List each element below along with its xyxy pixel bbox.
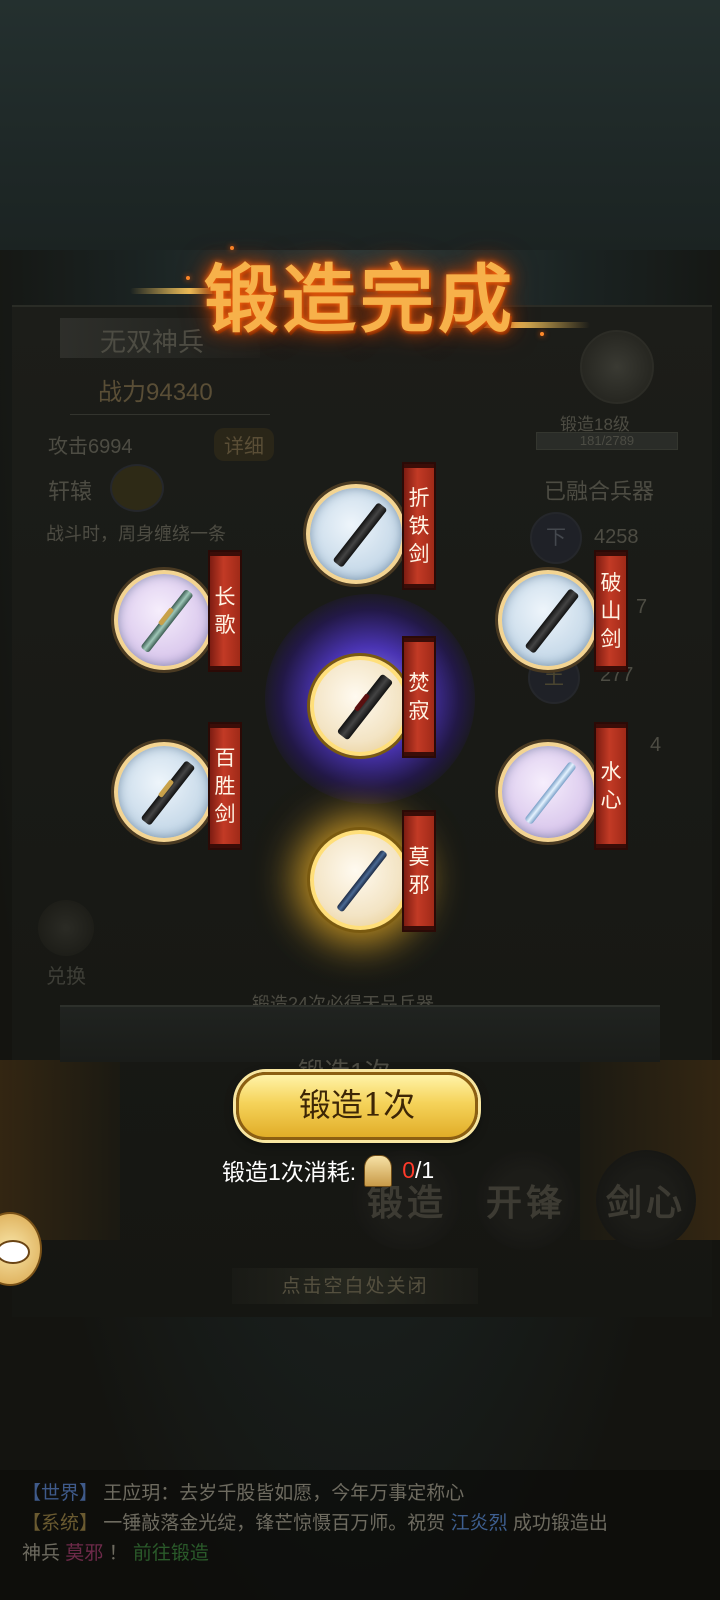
weapon-type: 轩辕 (48, 479, 93, 504)
avatar (580, 330, 654, 404)
stat-value: 4 (650, 734, 662, 756)
weapon-name-char: 折 (408, 486, 430, 510)
sword-icon (524, 761, 577, 825)
weapon-name-char: 胜 (214, 774, 236, 798)
stat-value: 7 (636, 596, 648, 618)
weapon-name-banner: 长 歌 (210, 552, 240, 670)
power-value: 战力94340 (98, 379, 213, 406)
weapon-icon (114, 742, 214, 842)
sword-icon (140, 588, 194, 654)
chat-line: 神兵 莫邪 ！ 前往锻造 (22, 1538, 209, 1565)
weapon-name-char: 剑 (600, 627, 622, 651)
weapon-icon (306, 484, 406, 584)
background-sky (0, 0, 720, 250)
weapon-icon (310, 656, 410, 756)
weapon-name-banner: 水 心 (596, 724, 626, 848)
sword-icon (336, 849, 388, 913)
tab-sword-heart[interactable]: 剑心 (596, 1150, 696, 1250)
chat-log[interactable]: 【世界】 王应玥：去岁千股皆如愿，今年万事定称心 【系统】 一锤敲落金光绽，锋芒… (0, 1470, 720, 1600)
weapon-name-char: 莫 (408, 845, 430, 869)
weapon-icon (498, 742, 598, 842)
weapon-icon (114, 570, 214, 670)
weapon-name-char: 山 (600, 599, 622, 623)
chat-message: 成功锻造出 (512, 1513, 608, 1534)
weapon-name-char: 长 (214, 585, 236, 609)
weapon-name-char: 百 (214, 746, 236, 770)
fused-weapons-label: 已融合兵器 (544, 479, 655, 504)
swap-icon[interactable] (110, 464, 164, 512)
sword-icon (140, 760, 196, 826)
forge-once-button[interactable]: 锻造1次 (236, 1072, 478, 1140)
skill-description: 战斗时，周身缠绕一条 (46, 524, 226, 544)
forge-progress-bar: 181/2789 (536, 432, 678, 450)
forge-complete-title: 锻造完成 (130, 236, 590, 346)
chat-message: 王应玥：去岁千股皆如愿，今年万事定称心 (103, 1483, 465, 1504)
chat-player-name[interactable]: 江炎烈 (451, 1513, 508, 1534)
forge-cost: 锻造1次消耗: 0 / 1 (222, 1150, 522, 1190)
weapon-name-char: 焚 (408, 671, 430, 695)
sword-icon (336, 673, 394, 741)
weapon-name-char: 剑 (214, 802, 236, 826)
cost-need: 1 (421, 1156, 435, 1183)
weapon-name-char: 寂 (408, 699, 430, 723)
weapon-icon (310, 830, 410, 930)
chat-link[interactable]: 前往锻造 (133, 1543, 209, 1564)
chat-message: ！ (108, 1543, 128, 1564)
divider (70, 414, 270, 415)
chat-channel-tag: 【系统】 (22, 1513, 99, 1534)
weapon-icon (498, 570, 598, 670)
sword-icon (524, 588, 580, 654)
cost-have: 0 (402, 1156, 415, 1183)
chat-message: 一锤敲落金光绽，锋芒惊慑百万师。祝贺 (103, 1513, 446, 1534)
forge-stone-icon (362, 1153, 393, 1187)
chat-line: 【系统】 一锤敲落金光绽，锋芒惊慑百万师。祝贺 江炎烈 成功锻造出 (22, 1508, 608, 1535)
chat-message: 神兵 (22, 1543, 61, 1564)
weapon-name-char: 剑 (408, 542, 430, 566)
weapon-name-banner: 百 胜 剑 (210, 724, 240, 848)
chat-item-name[interactable]: 莫邪 (65, 1543, 103, 1564)
sword-icon (332, 502, 388, 568)
attack-value: 攻击6994 (48, 436, 133, 458)
cost-label: 锻造1次消耗: (222, 1159, 357, 1185)
stat-icon: 下 (530, 512, 582, 564)
close-hint[interactable]: 点击空白处关闭 (232, 1268, 478, 1304)
weapon-name-banner: 焚 寂 (404, 638, 434, 756)
weapon-name-char: 邪 (408, 873, 430, 897)
weapon-name-char: 歌 (214, 613, 236, 637)
chat-channel-tag: 【世界】 (22, 1483, 99, 1504)
exchange-icon (38, 900, 94, 956)
weapon-name-char: 破 (600, 571, 622, 595)
title-text: 锻造完成 (204, 257, 516, 343)
detail-button[interactable]: 详细 (214, 428, 274, 461)
chat-icon (0, 1240, 30, 1264)
exchange-label: 兑换 (46, 966, 86, 988)
chat-line: 【世界】 王应玥：去岁千股皆如愿，今年万事定称心 (22, 1478, 464, 1505)
weapon-name-banner: 莫 邪 (404, 812, 434, 930)
exchange-button[interactable]: 兑换 (26, 900, 106, 990)
weapon-name-char: 心 (600, 788, 622, 812)
weapon-name-banner: 破 山 剑 (596, 552, 626, 670)
weapon-name-char: 铁 (408, 514, 430, 538)
stat-value: 4258 (594, 526, 639, 548)
weapon-name-banner: 折 铁 剑 (404, 464, 434, 588)
weapon-name-char: 水 (600, 760, 622, 784)
